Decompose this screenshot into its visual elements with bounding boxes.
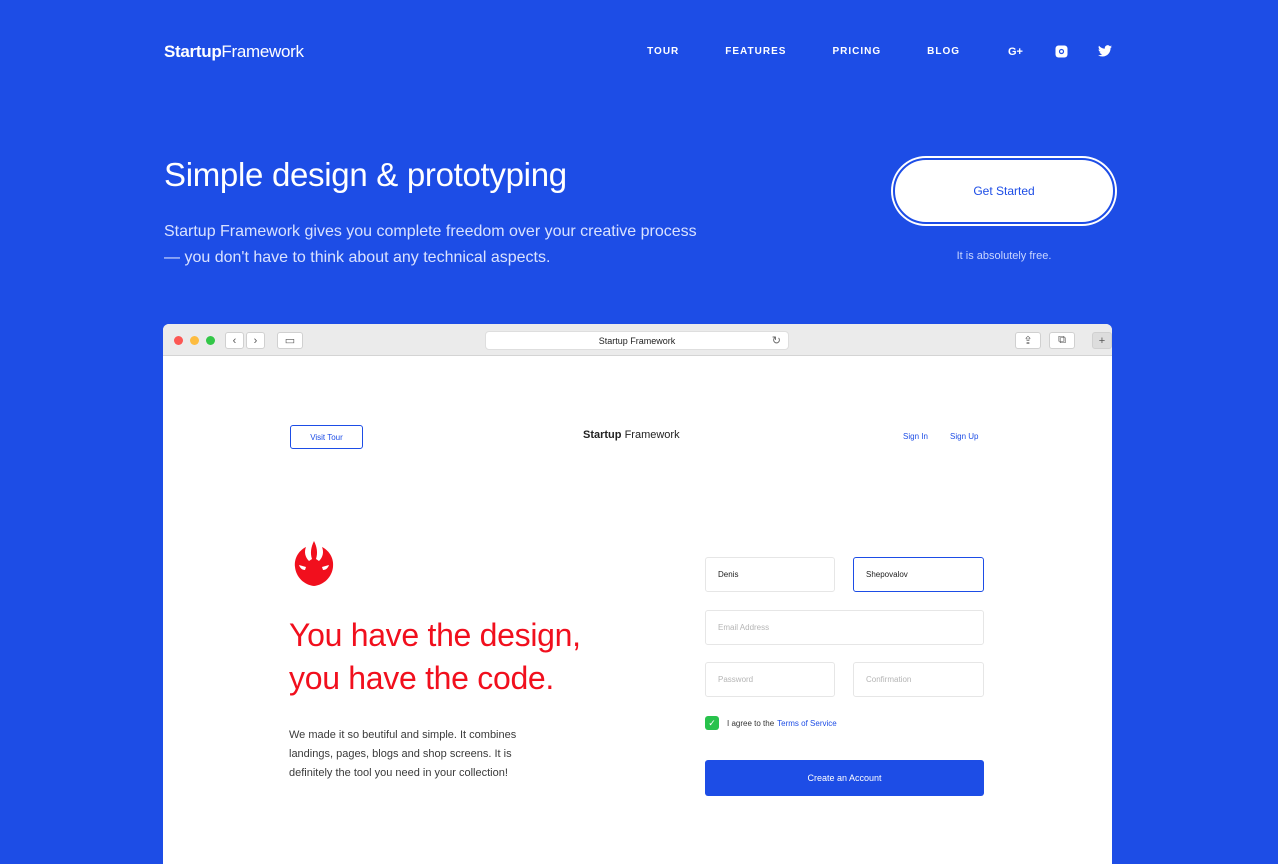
nav-links: TOUR FEATURES PRICING BLOG G+ (647, 40, 1114, 62)
browser-toolbar: ‹ › ▭ Startup Framework ↻ ⇪ ⧉ + (163, 324, 1112, 356)
minimize-window-dot (190, 336, 199, 345)
nav-features[interactable]: FEATURES (725, 46, 786, 57)
first-name-field[interactable]: Denis (705, 557, 835, 592)
social-links: G+ (1008, 42, 1114, 60)
password-field[interactable]: Password (705, 662, 835, 697)
brand-light: Framework (221, 42, 304, 61)
close-window-dot (174, 336, 183, 345)
brand-logo[interactable]: StartupFramework (164, 42, 304, 62)
address-bar: Startup Framework ↻ (485, 331, 789, 350)
cta-note: It is absolutely free. (956, 250, 1052, 262)
visit-tour-button[interactable]: Visit Tour (290, 425, 363, 449)
tabs-icon: ⧉ (1049, 332, 1075, 349)
hero-title: Simple design & prototyping (164, 156, 567, 193)
inner-brand-light: Framework (624, 429, 680, 441)
rebel-alliance-icon (294, 541, 334, 586)
confirmation-field[interactable]: Confirmation (853, 662, 984, 697)
last-name-field[interactable]: Shepovalov (853, 557, 984, 592)
new-tab-icon: + (1092, 332, 1112, 349)
nav-pricing[interactable]: PRICING (832, 46, 881, 57)
svg-text:G+: G+ (1008, 46, 1023, 57)
reload-icon: ↻ (771, 335, 781, 347)
twitter-icon[interactable] (1096, 42, 1114, 60)
maximize-window-dot (206, 336, 215, 345)
inner-page: Visit Tour Startup Framework Sign In Sig… (163, 356, 1112, 864)
forward-icon: › (246, 332, 265, 349)
get-started-button[interactable]: Get Started (893, 158, 1115, 224)
headline-line-2: you have the code. (289, 660, 555, 696)
sign-in-link[interactable]: Sign In (903, 432, 928, 441)
terms-agreement: ✓ I agree to the Terms of Service (705, 716, 837, 730)
google-plus-icon[interactable]: G+ (1008, 42, 1026, 60)
back-icon: ‹ (225, 332, 244, 349)
browser-mockup: ‹ › ▭ Startup Framework ↻ ⇪ ⧉ + Visit To… (163, 324, 1112, 864)
top-navigation: StartupFramework TOUR FEATURES PRICING B… (164, 40, 1114, 64)
share-icon: ⇪ (1015, 332, 1041, 349)
terms-of-service-link[interactable]: Terms of Service (777, 719, 837, 728)
nav-blog[interactable]: BLOG (927, 46, 960, 57)
inner-brand-logo[interactable]: Startup Framework (583, 429, 680, 441)
instagram-icon[interactable] (1052, 42, 1070, 60)
create-account-button[interactable]: Create an Account (705, 760, 984, 796)
sidebar-icon: ▭ (277, 332, 303, 349)
body-text: We made it so beutiful and simple. It co… (289, 729, 517, 779)
nav-tour[interactable]: TOUR (647, 46, 679, 57)
hero-description: Startup Framework gives you complete fre… (164, 223, 697, 266)
brand-bold: Startup (164, 42, 222, 61)
headline-line-1: You have the design, (289, 617, 581, 653)
headline: You have the design, you have the code. (289, 614, 581, 700)
email-field[interactable]: Email Address (705, 610, 984, 645)
address-bar-title: Startup Framework (598, 335, 676, 346)
inner-brand-bold: Startup (583, 429, 622, 441)
terms-checkbox[interactable]: ✓ (705, 716, 719, 730)
agree-text: I agree to the (727, 718, 775, 728)
sign-up-link[interactable]: Sign Up (950, 432, 978, 441)
